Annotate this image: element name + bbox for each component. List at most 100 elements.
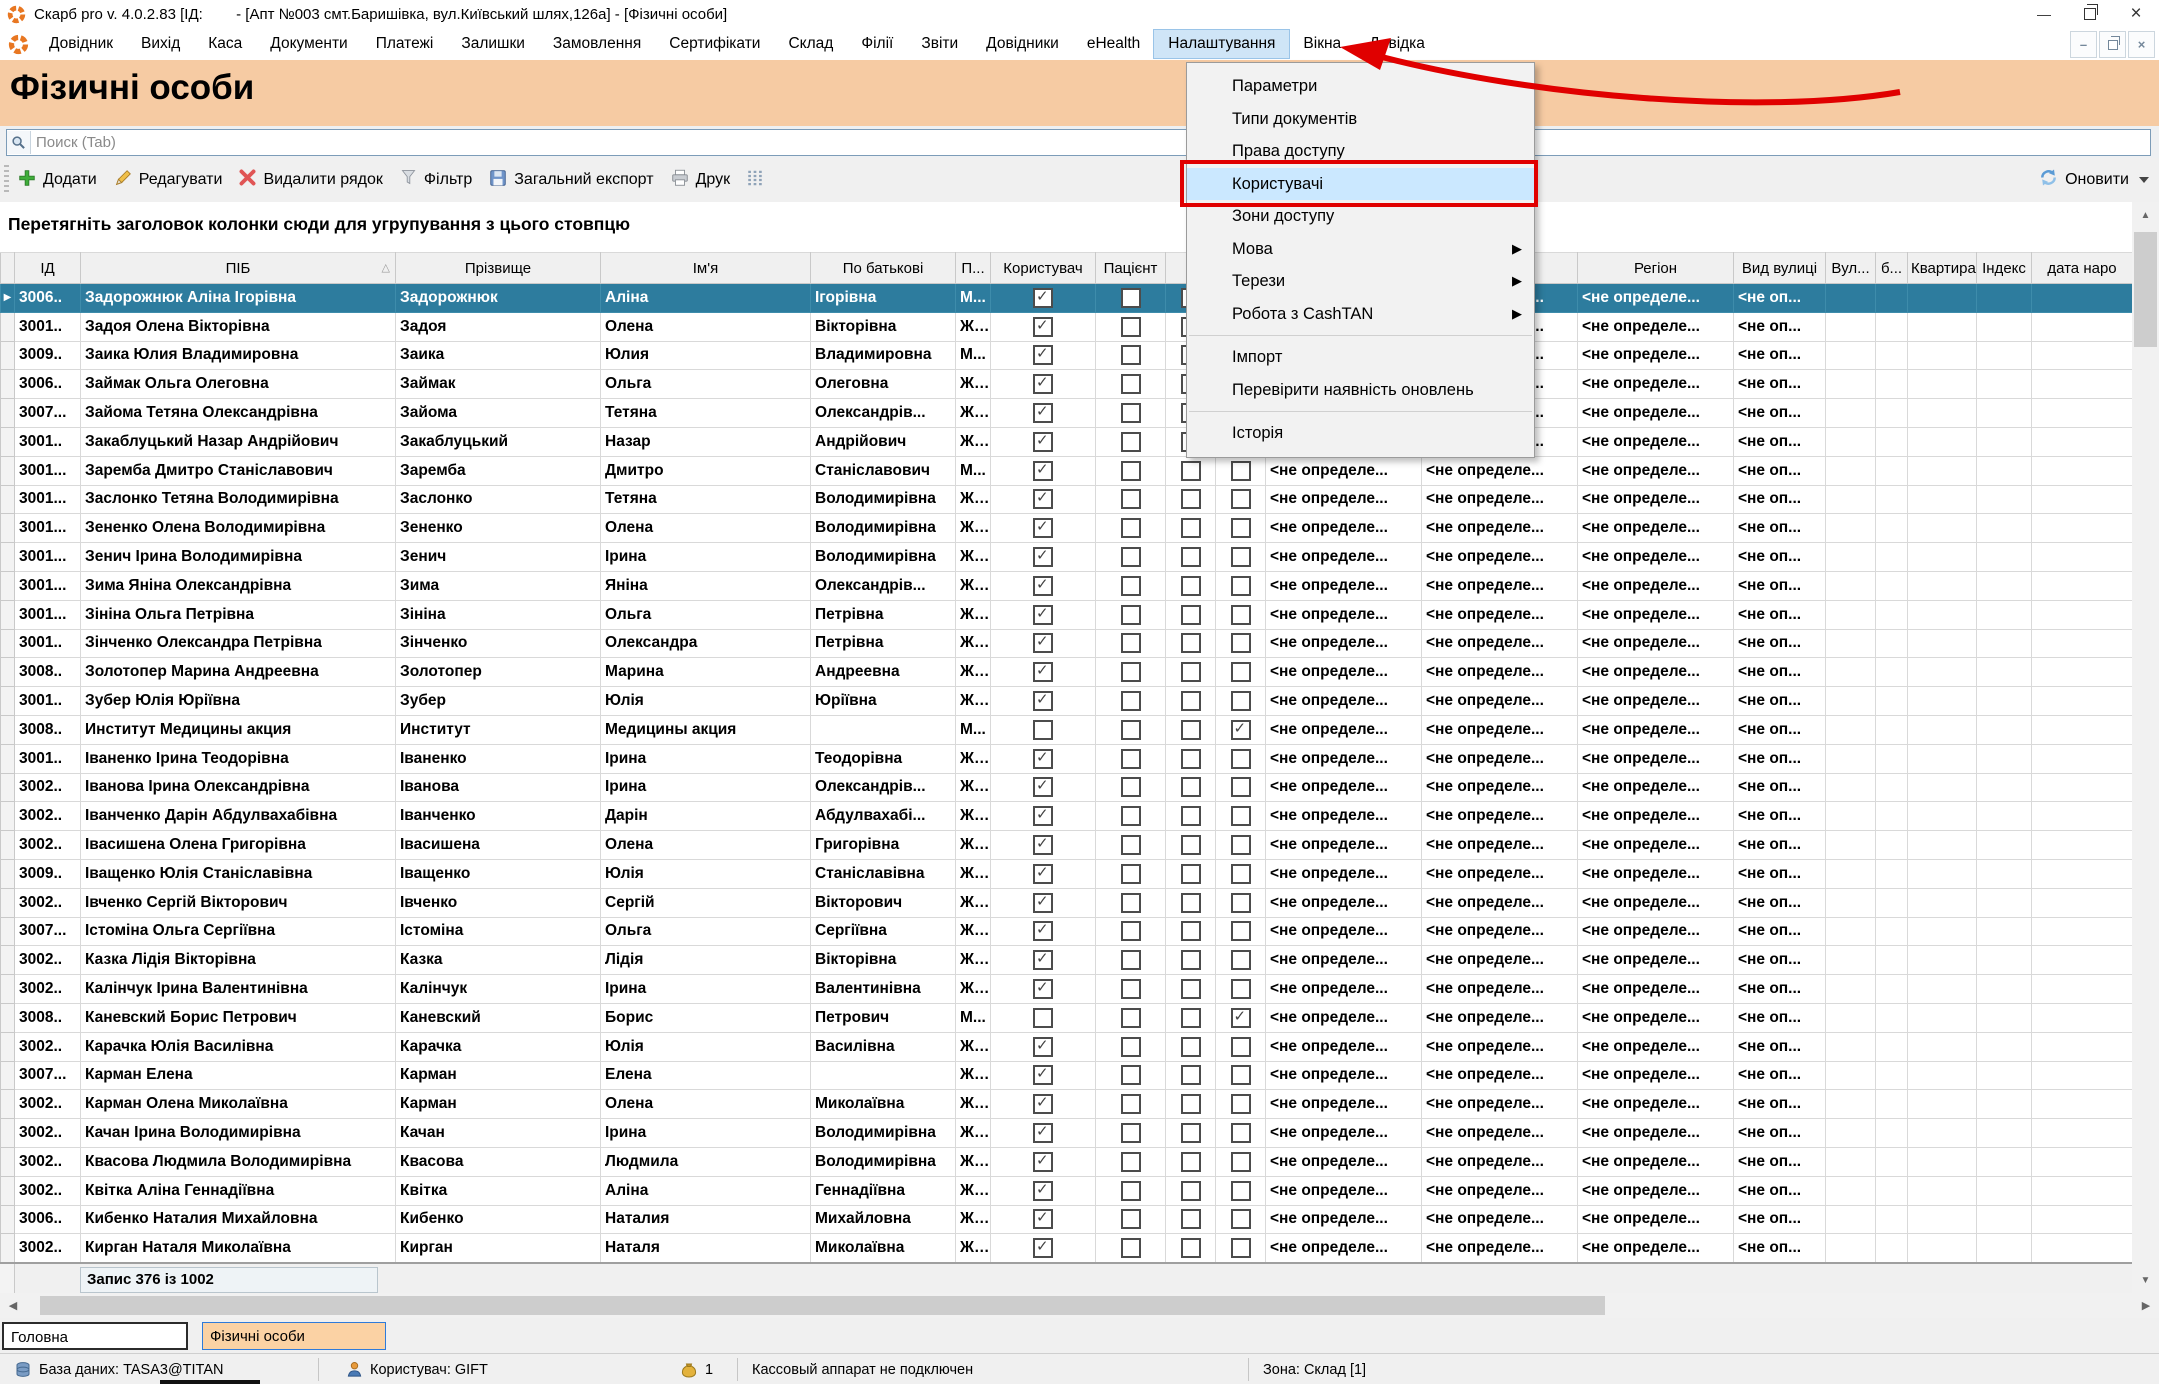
cell-index[interactable] — [1977, 629, 2032, 658]
checkbox-unchecked-icon[interactable] — [1121, 1094, 1141, 1114]
cell-index[interactable] — [1977, 715, 2032, 744]
row-indicator[interactable] — [1, 370, 15, 399]
cell-p[interactable]: М... — [956, 456, 991, 485]
checkbox-checked-icon[interactable] — [1033, 835, 1053, 855]
cell-checkbox[interactable] — [1096, 658, 1166, 687]
cell-b[interactable] — [1876, 456, 1908, 485]
column-header-користувач[interactable]: Користувач — [991, 253, 1096, 284]
cell-p[interactable]: Ж... — [956, 917, 991, 946]
checkbox-unchecked-icon[interactable] — [1231, 950, 1251, 970]
menubar-item-ehealth[interactable]: eHealth — [1073, 30, 1154, 58]
checkbox-checked-icon[interactable] — [1033, 576, 1053, 596]
column-header-п-[interactable]: П... — [956, 253, 991, 284]
cell-surname[interactable]: Квасова — [396, 1147, 601, 1176]
cell-undefined-value[interactable]: <не определе... — [1422, 1032, 1578, 1061]
cell-undefined-value[interactable]: <не определе... — [1266, 1090, 1422, 1119]
cell-undefined-value[interactable]: <не определе... — [1422, 773, 1578, 802]
cell-checkbox[interactable] — [1096, 687, 1166, 716]
cell-p[interactable]: Ж... — [956, 773, 991, 802]
cell-b[interactable] — [1876, 600, 1908, 629]
checkbox-unchecked-icon[interactable] — [1181, 893, 1201, 913]
cell-patronymic[interactable]: Петрович — [811, 1003, 956, 1032]
cell-undefined-value[interactable]: <не определе... — [1266, 1119, 1422, 1148]
cell-undefined-value[interactable]: <не определе... — [1266, 543, 1422, 572]
checkbox-unchecked-icon[interactable] — [1181, 777, 1201, 797]
cell-вид вулиці[interactable]: <не оп... — [1734, 485, 1826, 514]
cell-undefined-value[interactable]: <не определе... — [1422, 1205, 1578, 1234]
cell-вид вулиці[interactable]: <не оп... — [1734, 312, 1826, 341]
cell-index[interactable] — [1977, 341, 2032, 370]
cell-checkbox[interactable] — [1166, 658, 1216, 687]
cell-street[interactable] — [1826, 399, 1876, 428]
cell-name[interactable]: Ірина — [601, 773, 811, 802]
cell-checkbox[interactable] — [1166, 456, 1216, 485]
menu-item-зони-доступу[interactable]: Зони доступу — [1187, 200, 1534, 233]
menu-item-робота-з-cashtan[interactable]: Робота з CashTAN▶ — [1187, 298, 1534, 331]
cell-checkbox[interactable] — [1166, 831, 1216, 860]
cell-checkbox[interactable] — [1216, 1119, 1266, 1148]
cell-p[interactable]: Ж... — [956, 571, 991, 600]
column-header-вул-[interactable]: Вул... — [1826, 253, 1876, 284]
row-indicator[interactable] — [1, 456, 15, 485]
cell-checkbox[interactable] — [991, 1032, 1096, 1061]
checkbox-unchecked-icon[interactable] — [1231, 979, 1251, 999]
checkbox-unchecked-icon[interactable] — [1181, 1037, 1201, 1057]
table-row[interactable]: 3001...Зима Яніна ОлександрівнаЗимаЯніна… — [1, 571, 2133, 600]
cell-checkbox[interactable] — [1096, 715, 1166, 744]
checkbox-unchecked-icon[interactable] — [1231, 576, 1251, 596]
checkbox-unchecked-icon[interactable] — [1121, 835, 1141, 855]
cell-street[interactable] — [1826, 600, 1876, 629]
checkbox-checked-icon[interactable] — [1033, 950, 1053, 970]
cell-checkbox[interactable] — [1166, 715, 1216, 744]
cell-pib[interactable]: Іващенко Юлія Станіславівна — [81, 859, 396, 888]
cell-checkbox[interactable] — [1216, 888, 1266, 917]
column-header-пацієнт[interactable]: Пацієнт — [1096, 253, 1166, 284]
cell-p[interactable]: Ж... — [956, 1032, 991, 1061]
cell-apartment[interactable] — [1908, 341, 1977, 370]
checkbox-checked-icon[interactable] — [1033, 749, 1053, 769]
cell-id[interactable]: 3002.. — [15, 1119, 81, 1148]
column-header-індекс[interactable]: Індекс — [1977, 253, 2032, 284]
row-indicator[interactable] — [1, 888, 15, 917]
cell-b[interactable] — [1876, 1147, 1908, 1176]
cell-id[interactable]: 3001.. — [15, 744, 81, 773]
cell-checkbox[interactable] — [1216, 773, 1266, 802]
table-row[interactable]: 3002..Іванова Ірина ОлександрівнаІванова… — [1, 773, 2133, 802]
column-header-по-батькові[interactable]: По батькові — [811, 253, 956, 284]
cell-b[interactable] — [1876, 399, 1908, 428]
cell-checkbox[interactable] — [1096, 629, 1166, 658]
cell-вид вулиці[interactable]: <не оп... — [1734, 715, 1826, 744]
cell-surname[interactable]: Заслонко — [396, 485, 601, 514]
cell-name[interactable]: Борис — [601, 1003, 811, 1032]
checkbox-checked-icon[interactable] — [1033, 288, 1053, 308]
toolbar-button-print[interactable]: Друк — [662, 164, 739, 197]
cell-p[interactable]: Ж... — [956, 859, 991, 888]
row-indicator[interactable] — [1, 1003, 15, 1032]
cell-id[interactable]: 3001... — [15, 600, 81, 629]
cell-вид вулиці[interactable]: <не оп... — [1734, 859, 1826, 888]
cell-name[interactable]: Елена — [601, 1061, 811, 1090]
cell-checkbox[interactable] — [1096, 399, 1166, 428]
cell-checkbox[interactable] — [1166, 802, 1216, 831]
cell-checkbox[interactable] — [1166, 543, 1216, 572]
cell-undefined-value[interactable]: <не определе... — [1266, 715, 1422, 744]
cell-checkbox[interactable] — [991, 658, 1096, 687]
cell-patronymic[interactable]: Олеговна — [811, 370, 956, 399]
checkbox-unchecked-icon[interactable] — [1231, 893, 1251, 913]
cell-p[interactable]: Ж... — [956, 600, 991, 629]
cell-apartment[interactable] — [1908, 859, 1977, 888]
toolbar-button-filter[interactable]: Фільтр — [391, 164, 480, 196]
cell-patronymic[interactable]: Миколаївна — [811, 1090, 956, 1119]
cell-checkbox[interactable] — [1096, 370, 1166, 399]
cell-checkbox[interactable] — [1216, 1147, 1266, 1176]
checkbox-unchecked-icon[interactable] — [1121, 979, 1141, 999]
cell-birthdate[interactable] — [2032, 571, 2133, 600]
cell-name[interactable]: Ірина — [601, 975, 811, 1004]
cell-birthdate[interactable] — [2032, 802, 2133, 831]
column-header-blank[interactable] — [1, 253, 15, 284]
cell-index[interactable] — [1977, 1119, 2032, 1148]
table-row[interactable]: 3001..Закаблуцький Назар АндрійовичЗакаб… — [1, 427, 2133, 456]
checkbox-checked-icon[interactable] — [1033, 1209, 1053, 1229]
cell-apartment[interactable] — [1908, 1003, 1977, 1032]
cell-birthdate[interactable] — [2032, 485, 2133, 514]
